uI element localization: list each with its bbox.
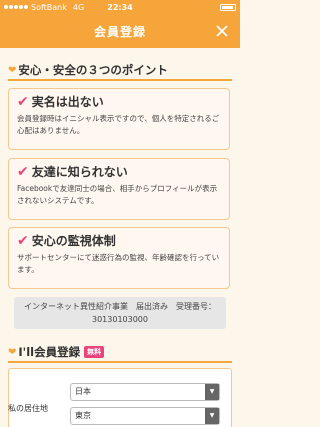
country-select[interactable]: 日本 ▼	[70, 383, 220, 401]
close-icon	[216, 25, 228, 37]
status-bar: SoftBank 4G 22:34	[0, 0, 240, 14]
section-divider	[8, 79, 232, 81]
check-icon: ✔	[17, 163, 29, 180]
point-body: 会員登録時はイニシャル表示ですので、個人を特定されるご心配はありません。	[17, 114, 220, 135]
chevron-down-icon: ▼	[205, 408, 219, 424]
points-section-title: 安心・安全の３つのポイント	[18, 63, 168, 77]
point-body: サポートセンターにて迷惑行為の監視、年齢確認を行っています。	[17, 253, 220, 274]
country-select-value: 日本	[75, 387, 91, 396]
prefecture-select[interactable]: 東京 ▼	[70, 407, 220, 425]
chevron-down-icon: ▼	[205, 384, 219, 400]
status-time: 22:34	[107, 2, 133, 12]
check-icon: ✔	[17, 93, 29, 110]
point-body: Facebookで友達同士の場合、相手からプロフィールが表示されないシステムです…	[17, 184, 218, 205]
residence-label: 私の居住地	[8, 404, 48, 413]
points-section-heading: ❤ 安心・安全の３つのポイント	[8, 62, 168, 78]
section-divider	[8, 361, 232, 363]
point-card-3: ✔ 安心の監視体制 サポートセンターにて迷惑行為の監視、年齢確認を行っています。	[8, 227, 230, 289]
point-card-2: ✔ 友達に知られない Facebookで友達同士の場合、相手からプロフィールが表…	[8, 158, 230, 220]
page-title: 会員登録	[93, 24, 146, 39]
free-badge: 無料	[84, 346, 105, 358]
point-title: 安心の監視体制	[31, 234, 116, 248]
battery-icon	[220, 4, 236, 11]
point-title: 実名は出ない	[31, 95, 104, 109]
check-icon: ✔	[17, 232, 29, 249]
point-card-1: ✔ 実名は出ない 会員登録時はイニシャル表示ですので、個人を特定されるご心配はあ…	[8, 88, 230, 150]
heart-icon: ❤	[8, 346, 17, 358]
close-button[interactable]	[212, 21, 232, 41]
register-section-heading: ❤ I'll会員登録 無料	[8, 344, 105, 360]
nav-bar: 会員登録	[0, 14, 240, 48]
heart-icon: ❤	[8, 64, 17, 76]
register-section-title: I'll会員登録	[18, 345, 81, 359]
prefecture-select-value: 東京	[75, 411, 91, 420]
point-title: 友達に知られない	[31, 165, 128, 179]
license-notice: インターネット異性紹介事業 届出済み 受理番号：30130103000	[14, 297, 226, 329]
